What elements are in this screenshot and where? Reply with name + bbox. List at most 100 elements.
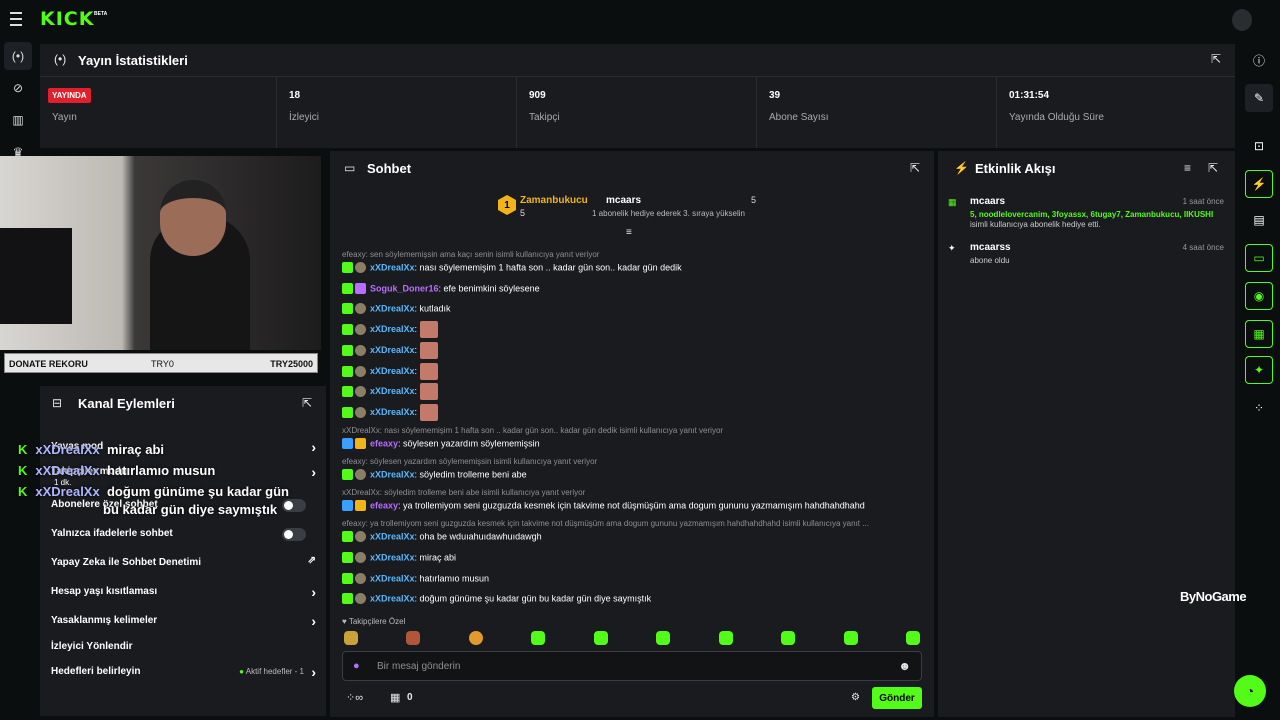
chat-icon[interactable]: ▭	[1245, 244, 1273, 272]
kick-logo[interactable]: KICK	[40, 8, 94, 30]
info-icon[interactable]: ⓘ	[1245, 46, 1273, 74]
beta-label: BETA	[94, 11, 108, 17]
leaderboard-pinned: 1 Zamanbukucu 5 mcaars 5 1 abonelik hedi…	[330, 185, 934, 233]
settings-icon[interactable]: ⚙	[851, 692, 860, 703]
popout-icon[interactable]: ⇱	[1208, 161, 1218, 175]
overlay-line: KxXDrealXx miraç abi	[18, 442, 165, 457]
chat-username[interactable]: xXDrealXx	[370, 262, 415, 272]
chat-username[interactable]: xXDrealXx	[370, 303, 415, 313]
stat-value: 39	[769, 90, 781, 101]
send-button[interactable]: Gönder	[872, 687, 922, 709]
popout-icon[interactable]: ⇱	[1211, 52, 1221, 66]
support-chat-icon[interactable]: ◔	[1234, 675, 1266, 707]
expand-icon[interactable]: ≡	[626, 227, 632, 238]
chevron-right-icon: ›	[311, 664, 316, 680]
chat-input[interactable]: ● Bir mesaj gönderin ☻	[342, 651, 922, 681]
actions-title: Kanal Eylemleri	[78, 396, 175, 411]
heart-icon: ♥	[342, 617, 347, 626]
kick-k-icon: K	[18, 442, 28, 457]
chat-username[interactable]: xXDrealXx	[370, 531, 415, 541]
chat-username[interactable]: efeaxy	[370, 500, 398, 510]
chat-panel: ▭ Sohbet ⇱ 1 Zamanbukucu 5 mcaars 5 1 ab…	[330, 151, 934, 717]
community-points-icon[interactable]: ⁘∞	[346, 691, 363, 704]
stream-video[interactable]	[0, 156, 321, 350]
chevron-right-icon: ›	[311, 464, 316, 480]
chat-message: xXDrealXx: miraç abi	[342, 552, 456, 564]
chat-title: Sohbet	[367, 161, 412, 176]
status-dot-icon: ●	[239, 667, 244, 676]
reply-context: xXDrealXx: söyledim trolleme beni abe is…	[342, 488, 586, 497]
stat-label: Abone Sayısı	[769, 112, 829, 123]
chat-message: xXDrealXx:	[342, 321, 438, 338]
chat-username[interactable]: xXDrealXx	[370, 593, 415, 603]
row-label: İzleyici Yönlendir	[51, 641, 133, 652]
mic-icon[interactable]: ●	[353, 660, 360, 672]
emote-icon[interactable]	[406, 631, 420, 645]
dots-icon[interactable]: ⁘	[1245, 394, 1273, 422]
overlay-line: KxXDrealXx hatırlamıo musun	[18, 463, 216, 478]
toggle-switch[interactable]	[282, 499, 306, 512]
layout-icon[interactable]: ▦	[1245, 320, 1273, 348]
toggle-switch[interactable]	[282, 528, 306, 541]
user-avatar[interactable]	[1232, 9, 1252, 31]
action-ai-moderation[interactable]: Yapay Zeka ile Sohbet Denetimi ⇗	[51, 555, 316, 575]
broadcast-icon[interactable]: (•)	[4, 42, 32, 70]
chat-username[interactable]: xXDrealXx	[370, 345, 415, 355]
chat-username[interactable]: xXDrealXx	[370, 573, 415, 583]
donate-value: TRY25000	[270, 359, 313, 369]
emote-icon[interactable]	[906, 631, 920, 645]
gift-icon[interactable]: ▦	[390, 691, 400, 704]
gift-note: 1 abonelik hediye ederek 3. sıraya yükse…	[592, 209, 745, 218]
activity-user[interactable]: mcaars	[970, 196, 1005, 207]
gift-user: mcaars	[606, 195, 642, 206]
wrench-icon[interactable]: ✦	[1245, 356, 1273, 384]
activity-time: 1 saat önce	[1182, 197, 1224, 206]
action-banned-words[interactable]: Yasaklanmış kelimeler ›	[51, 613, 316, 633]
chat-username[interactable]: xXDrealXx	[370, 552, 415, 562]
broadcast-icon[interactable]: ◉	[1245, 282, 1273, 310]
link-icon[interactable]: ⊘	[4, 74, 32, 102]
popout-icon[interactable]: ⇱	[302, 396, 312, 410]
popout-icon[interactable]: ⇱	[910, 161, 920, 175]
emote-icon[interactable]	[844, 631, 858, 645]
goals-status: ● Aktif hedefler - 1	[239, 667, 304, 676]
overlay-line: KxXDrealXx doğum günüme şu kadar gün	[18, 484, 289, 499]
document-icon[interactable]: ▤	[1245, 206, 1273, 234]
chat-username[interactable]: xXDrealXx	[370, 386, 415, 396]
chat-username[interactable]: xXDrealXx	[370, 469, 415, 479]
action-host-viewers[interactable]: İzleyici Yönlendir	[51, 641, 316, 659]
emote	[419, 342, 438, 359]
chat-username[interactable]: xXDrealXx	[370, 407, 415, 417]
filter-icon[interactable]: ≡	[1184, 161, 1191, 175]
chat-message: xXDrealXx: nası söylememişim 1 hafta son…	[342, 262, 682, 274]
channel-actions-panel: ⊟ Kanal Eylemleri ⇱ Yavaş mod › Takipçile…	[40, 386, 326, 716]
emote-icon[interactable]	[469, 631, 483, 645]
stat-subscribers: 39 Abone Sayısı	[757, 76, 997, 148]
capture-icon[interactable]: ⊡	[1245, 132, 1273, 160]
action-emote-only[interactable]: Yalnızca ifadelerle sohbet	[51, 528, 316, 546]
activity-user[interactable]: mcaarss	[970, 242, 1011, 253]
emote-icon[interactable]	[656, 631, 670, 645]
action-set-goals[interactable]: Hedefleri belirleyin ● Aktif hedefler - …	[51, 664, 316, 684]
stat-live: YAYINDA Yayın	[40, 76, 277, 148]
chart-icon[interactable]: ▥	[4, 106, 32, 134]
emote-icon[interactable]	[344, 631, 358, 645]
chat-username[interactable]: xXDrealXx	[370, 324, 415, 334]
chat-message: xXDrealXx:	[342, 363, 438, 380]
chat-username[interactable]: Soguk_Doner16	[370, 283, 439, 293]
menu-icon[interactable]	[10, 12, 30, 28]
emote-icon[interactable]	[781, 631, 795, 645]
emoji-icon[interactable]: ☻	[898, 659, 911, 673]
top-bar: KICK BETA	[0, 0, 1280, 40]
stat-followers: 909 Takipçi	[517, 76, 757, 148]
lightning-icon[interactable]: ⚡	[1245, 170, 1273, 198]
chat-username[interactable]: efeaxy	[370, 438, 398, 448]
emote-icon[interactable]	[719, 631, 733, 645]
action-account-age[interactable]: Hesap yaşı kısıtlaması ›	[51, 584, 316, 604]
top-gifter: Zamanbukucu	[520, 195, 588, 206]
emote-icon[interactable]	[531, 631, 545, 645]
chat-message: xXDrealXx:	[342, 404, 438, 421]
emote-icon[interactable]	[594, 631, 608, 645]
edit-icon[interactable]: ✎	[1245, 84, 1273, 112]
chat-username[interactable]: xXDrealXx	[370, 366, 415, 376]
